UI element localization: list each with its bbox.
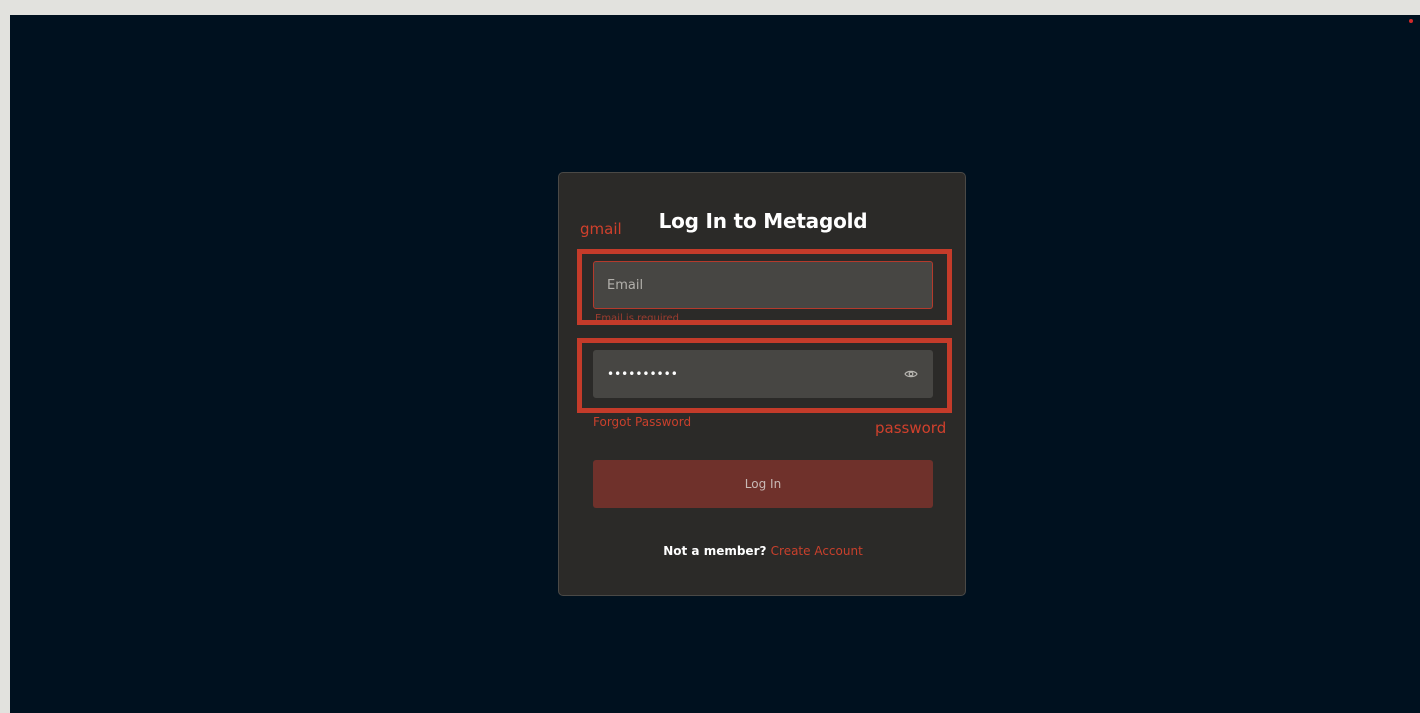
login-button[interactable]: Log In (593, 460, 933, 508)
corner-marker (1409, 19, 1413, 23)
email-highlight-box (577, 249, 952, 325)
create-account-link[interactable]: Create Account (771, 544, 863, 558)
login-card: Log In to Metagold gmail Email is requir… (558, 172, 966, 596)
signup-prompt: Not a member? Create Account (559, 544, 967, 558)
annotation-gmail-label: gmail (580, 220, 622, 238)
forgot-password-link[interactable]: Forgot Password (593, 415, 691, 429)
not-member-text: Not a member? (663, 544, 771, 558)
annotation-password-label: password (875, 419, 947, 437)
password-highlight-box (577, 338, 952, 413)
page-viewport: Log In to Metagold gmail Email is requir… (10, 15, 1420, 713)
